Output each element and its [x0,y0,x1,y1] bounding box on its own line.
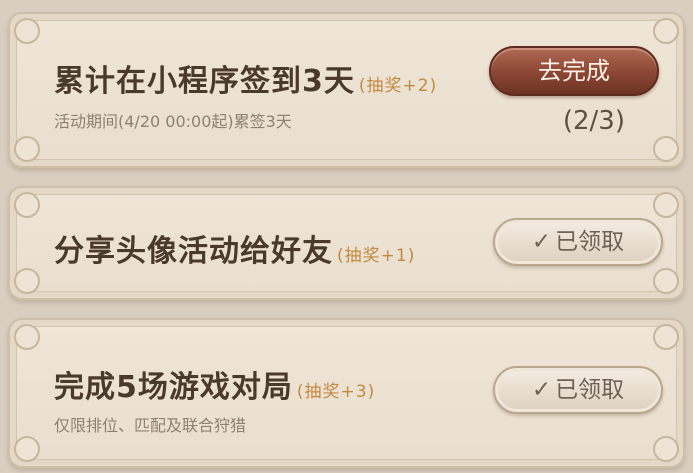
task-title: 分享头像活动给好友 (抽奖+1) [54,226,415,270]
task-title-text: 完成5场游戏对局 [54,370,293,405]
claimed-label: 已领取 [555,377,625,403]
reward-label: (抽奖+3) [296,382,376,402]
corner-ornament [653,136,679,162]
claimed-button[interactable]: ✓ 已领取 [493,218,663,266]
progress-counter: (2/3) [562,106,625,136]
task-title-text: 累计在小程序签到3天 [54,64,355,99]
corner-ornament [14,192,40,218]
task-card-checkin: 累计在小程序签到3天 (抽奖+2) 活动期间(4/20 00:00起)累签3天 去… [8,12,685,168]
corner-ornament [653,18,679,44]
check-icon: ✓ [531,377,552,403]
task-description: 活动期间(4/20 00:00起)累签3天 [54,112,292,131]
corner-ornament [14,436,40,462]
corner-ornament [14,18,40,44]
task-description: 仅限排位、匹配及联合狩猎 [54,416,247,435]
task-card-games: 完成5场游戏对局 (抽奖+3) 仅限排位、匹配及联合狩猎 ✓ 已领取 [8,318,685,468]
claimed-button[interactable]: ✓ 已领取 [493,366,663,414]
claimed-label: 已领取 [555,229,625,255]
reward-label: (抽奖+1) [337,246,416,266]
go-complete-button[interactable]: 去完成 [489,46,659,96]
corner-ornament [14,268,40,294]
reward-label: (抽奖+2) [358,76,438,96]
corner-ornament [14,324,40,350]
check-icon: ✓ [531,229,552,255]
corner-ornament [653,324,679,350]
corner-ornament [14,136,40,162]
task-title: 累计在小程序签到3天 (抽奖+2) [54,56,437,100]
corner-ornament [653,436,679,462]
corner-ornament [653,192,679,218]
task-title: 完成5场游戏对局 (抽奖+3) [54,362,375,406]
task-card-share: 分享头像活动给好友 (抽奖+1) ✓ 已领取 [8,186,685,300]
corner-ornament [653,268,679,294]
task-title-text: 分享头像活动给好友 [54,234,333,269]
